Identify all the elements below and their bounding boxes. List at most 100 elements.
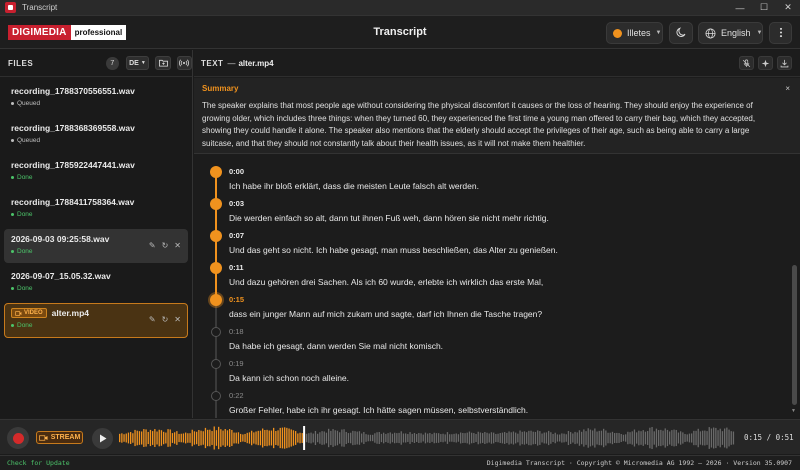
- waveform-bar: [567, 430, 570, 446]
- waveform-bar: [308, 433, 310, 443]
- retry-icon[interactable]: ↻: [162, 241, 169, 250]
- file-actions: ✎ ↻ ✕: [149, 241, 181, 250]
- waveform-bar: [649, 427, 651, 449]
- waveform-bar: [651, 426, 653, 450]
- folder-icon: [158, 59, 168, 67]
- waveform-scrubber[interactable]: [119, 426, 736, 450]
- scrollbar-thumb[interactable]: [792, 265, 797, 405]
- edit-icon[interactable]: ✎: [149, 241, 156, 250]
- live-broadcast-button[interactable]: [176, 56, 193, 70]
- stream-label: STREAM: [50, 434, 81, 441]
- transcript-segment[interactable]: 0:00 Ich habe ihr bloß erklärt, dass die…: [210, 163, 780, 195]
- file-item[interactable]: recording_1785922447441.wav Done: [4, 155, 188, 189]
- waveform-bar: [292, 430, 295, 446]
- sparkle-icon: [761, 59, 770, 68]
- transcript-segment[interactable]: 0:03 Die werden einfach so alt, dann tut…: [210, 195, 780, 227]
- record-button[interactable]: [7, 427, 29, 449]
- file-name: recording_1788368369558.wav: [11, 123, 135, 133]
- waveform-bar: [295, 431, 297, 445]
- play-button[interactable]: [92, 428, 113, 449]
- waveform-bar: [123, 434, 125, 442]
- waveform-bar: [132, 433, 134, 443]
- waveform-bar: [433, 432, 435, 444]
- file-item-hovered[interactable]: 2026-09-03 09:25:58.wav Done ✎ ↻ ✕: [4, 229, 188, 263]
- theme-toggle-button[interactable]: [669, 22, 693, 44]
- transcript-segment[interactable]: 0:22 Großer Fehler, habe ich ihr gesagt.…: [210, 387, 780, 418]
- logo-edition: professional: [70, 24, 127, 40]
- waveform-bar: [229, 429, 231, 447]
- waveform-bar: [163, 431, 165, 445]
- waveform-bar: [312, 433, 314, 443]
- waveform-bar: [141, 431, 143, 445]
- maximize-button[interactable]: ☐: [752, 0, 776, 16]
- waveform-bar: [147, 431, 149, 445]
- close-icon[interactable]: ×: [785, 84, 790, 93]
- record-icon: [12, 432, 24, 444]
- language-label: English: [721, 28, 751, 38]
- transcript-scrollbar[interactable]: [792, 155, 797, 418]
- waveform-bar: [625, 434, 627, 442]
- waveform-bar: [658, 430, 660, 446]
- waveform-bar: [578, 430, 581, 446]
- waveform-bar: [143, 429, 145, 447]
- waveform-bar: [154, 429, 156, 447]
- check-update-link[interactable]: Check for Update: [7, 459, 70, 467]
- file-item[interactable]: recording_1788368369558.wav Queued: [4, 118, 188, 152]
- waveform-bar: [460, 432, 462, 444]
- transcript-segment[interactable]: 0:11 Und dazu gehören drei Sachen. Als i…: [210, 259, 780, 291]
- open-folder-button[interactable]: [155, 56, 171, 70]
- mute-button[interactable]: [739, 56, 754, 70]
- waveform-bar: [290, 429, 292, 447]
- waveform-bar: [413, 433, 416, 443]
- waveform-bar: [534, 431, 537, 445]
- waveform-bar: [152, 431, 154, 445]
- stream-button[interactable]: STREAM: [36, 431, 83, 444]
- transcript-segment[interactable]: 0:18 Da habe ich gesagt, dann werden Sie…: [210, 323, 780, 355]
- waveform-bar: [323, 431, 325, 445]
- waveform-bar: [209, 429, 211, 447]
- transcript-segment[interactable]: 0:19 Da kann ich schon noch alleine.: [210, 355, 780, 387]
- header-dash: —: [227, 58, 236, 68]
- language-select[interactable]: English ▼: [698, 22, 763, 44]
- close-icon[interactable]: ✕: [174, 315, 181, 324]
- file-item[interactable]: recording_1788411758364.wav Done: [4, 192, 188, 226]
- current-file-name: alter.mp4: [238, 58, 274, 68]
- more-menu-button[interactable]: [769, 22, 792, 44]
- status-dot-icon: [11, 213, 14, 216]
- waveform-bar: [484, 431, 486, 444]
- waveform-bar: [530, 430, 532, 446]
- summary-title: Summary: [202, 84, 239, 93]
- waveform-bar: [367, 434, 369, 442]
- waveform-bar: [231, 429, 233, 447]
- voice-select[interactable]: Illetes ▼: [606, 22, 663, 44]
- waveform-bar: [464, 433, 466, 443]
- retry-icon[interactable]: ↻: [162, 315, 169, 324]
- waveform-bar: [614, 433, 616, 443]
- waveform-bar: [453, 433, 455, 443]
- waveform-bar: [508, 431, 510, 445]
- waveform-bar: [633, 429, 636, 447]
- close-icon[interactable]: ✕: [174, 241, 181, 250]
- edit-icon[interactable]: ✎: [149, 315, 156, 324]
- chevron-down-icon: ▼: [140, 60, 146, 66]
- transcript-segment[interactable]: 0:07 Und das geht so nicht. Ich habe ges…: [210, 227, 780, 259]
- language-filter-select[interactable]: DE ▼: [125, 56, 150, 70]
- file-item[interactable]: 2026-09-07_15.05.32.wav Done: [4, 266, 188, 300]
- file-item[interactable]: recording_1788370556551.wav Queued: [4, 81, 188, 115]
- download-button[interactable]: [777, 56, 792, 70]
- waveform-bar: [200, 430, 202, 446]
- waveform-bar: [697, 428, 699, 448]
- playhead[interactable]: [303, 426, 306, 450]
- waveform-bar: [400, 431, 402, 445]
- minimize-button[interactable]: —: [728, 0, 752, 16]
- ai-summary-button[interactable]: [758, 56, 773, 70]
- segment-marker-icon: [210, 198, 222, 210]
- waveform-bar: [281, 427, 284, 449]
- waveform-bar: [213, 426, 215, 450]
- waveform-bar: [724, 428, 726, 448]
- transcript-segment-current[interactable]: 0:15 dass ein junger Mann auf mich zukam…: [210, 291, 780, 323]
- scroll-down-arrow-icon[interactable]: ▼: [791, 408, 796, 414]
- status-dot-icon: [11, 102, 14, 105]
- close-window-button[interactable]: ✕: [776, 0, 800, 16]
- file-item-selected[interactable]: VIDEO alter.mp4 Done ✎ ↻ ✕: [4, 303, 188, 338]
